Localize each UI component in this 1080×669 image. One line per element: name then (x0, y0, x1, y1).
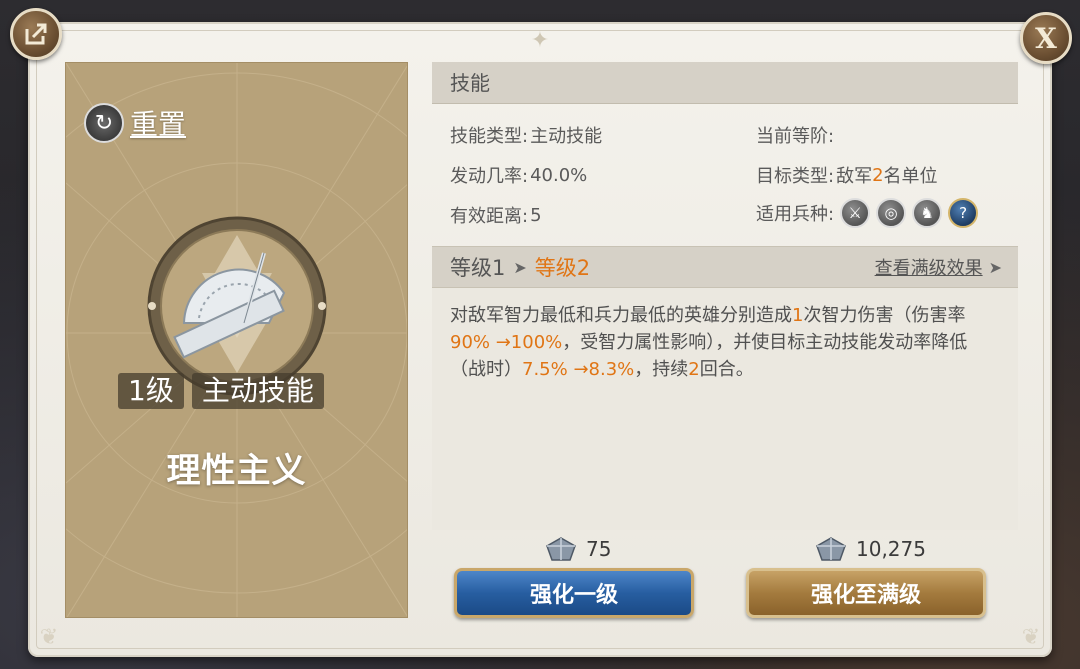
trigger-rate-label: 发动几率: (450, 166, 529, 187)
reset-button[interactable]: ↻ 重置 (84, 103, 186, 143)
level-current: 等级1 (450, 256, 506, 280)
skill-info-grid: 技能类型: 主动技能 当前等阶: 发动几率: 40.0% 目标类型: 敌军 2 … (450, 118, 1010, 233)
view-max-link[interactable]: 查看满级效果 (875, 254, 983, 280)
upgrade-one-button[interactable]: 强化一级 (454, 568, 694, 618)
view-max-arrow-icon[interactable]: ➤ (989, 258, 1002, 277)
corner-ornament-icon: ❦ (39, 625, 59, 650)
skill-name: 理性主义 (166, 451, 307, 491)
upgrade-one-cost: 75 (544, 536, 611, 562)
desc-number: 90% →100% (450, 332, 563, 353)
horse-icon[interactable]: ♞ (912, 198, 943, 228)
desc-number: 1 (792, 305, 804, 326)
trigger-rate-row: 发动几率: 40.0% (450, 162, 587, 188)
close-icon: X (1035, 21, 1057, 55)
target-type-count: 2 (872, 164, 884, 186)
target-type-label: 目标类型: (756, 166, 835, 187)
skill-type-row: 技能类型: 主动技能 (450, 122, 602, 148)
share-icon (25, 23, 47, 45)
share-button[interactable] (10, 8, 62, 60)
troop-type-row: 适用兵种: ⚔ ◎ ♞ ? (756, 198, 979, 228)
corner-ornament-icon: ❦ (1021, 625, 1041, 650)
upgrade-max-button[interactable]: 强化至满级 (746, 568, 986, 618)
target-type-prefix: 敌军 (836, 166, 873, 187)
skill-tags: 1级 主动技能 (118, 373, 324, 409)
desc-text: 对敌军智力最低和兵力最低的英雄分别造成 (450, 305, 792, 326)
desc-text: 回合。 (699, 359, 754, 380)
desc-number: 2 (688, 359, 700, 380)
level-bar: 等级1 ➤ 等级2 查看满级效果 ➤ (432, 246, 1018, 288)
close-button[interactable]: X (1020, 12, 1072, 64)
type-tag: 主动技能 (191, 373, 324, 409)
target-icon[interactable]: ◎ (876, 198, 907, 228)
top-ornament-icon: ✦ (530, 28, 550, 53)
skill-description: 对敌军智力最低和兵力最低的英雄分别造成1次智力伤害（伤害率90% →100%，受… (432, 288, 1018, 530)
tome-icon (816, 537, 846, 561)
desc-number: 7.5% →8.3% (522, 359, 635, 380)
sword-icon[interactable]: ⚔ (840, 198, 871, 228)
reset-icon: ↻ (84, 103, 124, 143)
section-header: 技能 (432, 62, 1018, 104)
target-type-row: 目标类型: 敌军 2 名单位 (756, 162, 938, 188)
skill-type-label: 技能类型: (450, 126, 529, 147)
range-row: 有效距离: 5 (450, 202, 542, 228)
range-value: 5 (530, 204, 542, 226)
tome-icon (546, 537, 576, 561)
skill-type-value: 主动技能 (530, 126, 603, 147)
desc-text: ，持续 (634, 359, 689, 380)
question-icon[interactable]: ? (948, 198, 979, 228)
level-tag: 1级 (118, 373, 184, 409)
troop-icons: ⚔ ◎ ♞ ? (840, 198, 979, 228)
upgrade-max-cost: 10,275 (814, 536, 926, 562)
upgrade-max-cost-value: 10,275 (856, 537, 926, 561)
troop-type-label: 适用兵种: (756, 204, 835, 225)
skill-emblem-icon (147, 216, 327, 396)
level-next: 等级2 (534, 256, 591, 280)
skill-card: ↻ 重置 1级 主动技能 理性主义 (65, 62, 408, 618)
desc-text: 次智力伤害（伤害率 (803, 305, 966, 326)
current-rank-label: 当前等阶: (756, 126, 835, 147)
target-type-suffix: 名单位 (883, 166, 938, 187)
level-arrow-icon: ➤ (513, 257, 527, 277)
range-label: 有效距离: (450, 206, 529, 227)
trigger-rate-value: 40.0% (530, 164, 588, 186)
upgrade-one-cost-value: 75 (586, 537, 612, 561)
current-rank-row: 当前等阶: (756, 122, 836, 148)
reset-label: 重置 (130, 108, 187, 141)
